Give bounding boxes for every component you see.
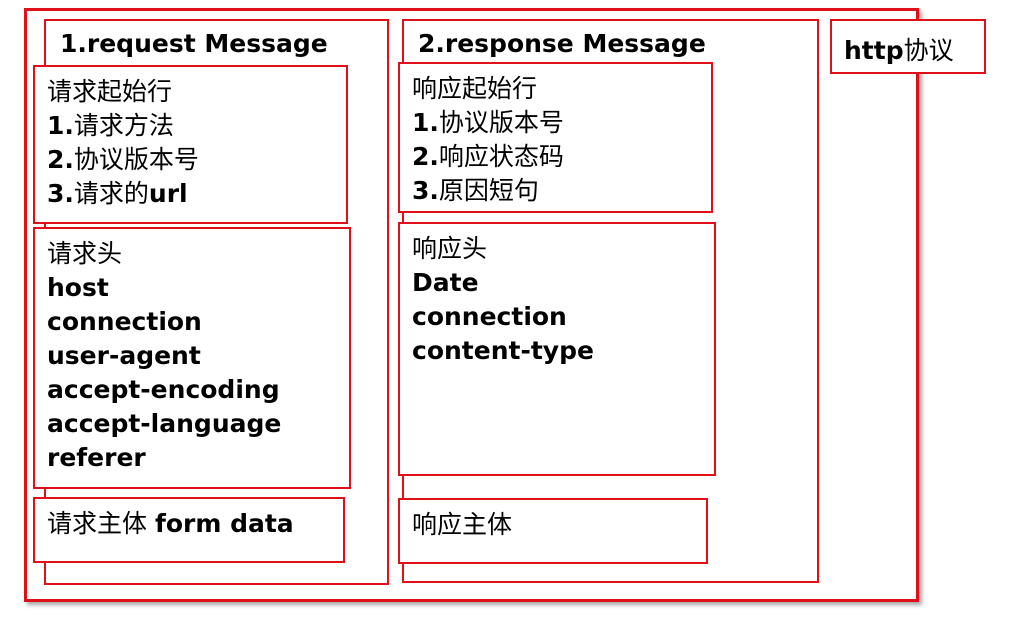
request-start-line-item: 1.请求方法 — [47, 111, 174, 140]
http-protocol-label: http协议 — [844, 36, 954, 65]
request-headers-box: 请求头 host connection user-agent accept-en… — [33, 227, 351, 489]
response-start-line-item: 2.响应状态码 — [412, 142, 564, 171]
request-body-label: 请求主体 form data — [47, 509, 294, 538]
request-header-item: connection — [47, 307, 202, 336]
response-message-title: 2.response Message — [418, 29, 706, 58]
request-header-item: accept-encoding — [47, 375, 280, 404]
request-start-line-item: 3.请求的url — [47, 179, 188, 208]
request-message-title: 1.request Message — [60, 29, 328, 58]
response-body-label: 响应主体 — [412, 510, 513, 539]
response-body-box: 响应主体 — [398, 498, 708, 564]
request-body-box: 请求主体 form data — [33, 497, 345, 563]
response-start-line-heading: 响应起始行 — [412, 74, 538, 103]
response-headers-box: 响应头 Date connection content-type — [398, 222, 716, 476]
request-header-item: user-agent — [47, 341, 201, 370]
response-headers-heading: 响应头 — [412, 234, 488, 263]
response-header-item: connection — [412, 302, 567, 331]
response-header-item: Date — [412, 268, 479, 297]
request-start-line-item: 2.协议版本号 — [47, 145, 199, 174]
request-header-item: referer — [47, 443, 146, 472]
response-start-line-box: 响应起始行 1.协议版本号 2.响应状态码 3.原因短句 — [398, 62, 713, 213]
request-headers-heading: 请求头 — [47, 239, 123, 268]
http-protocol-label-box: http协议 — [830, 19, 986, 74]
response-start-line-item: 3.原因短句 — [412, 176, 539, 205]
request-start-line-box: 请求起始行 1.请求方法 2.协议版本号 3.请求的url — [33, 65, 348, 224]
response-header-item: content-type — [412, 336, 594, 365]
request-header-item: accept-language — [47, 409, 282, 438]
request-header-item: host — [47, 273, 109, 302]
request-start-line-heading: 请求起始行 — [47, 77, 173, 106]
response-start-line-item: 1.协议版本号 — [412, 108, 564, 137]
